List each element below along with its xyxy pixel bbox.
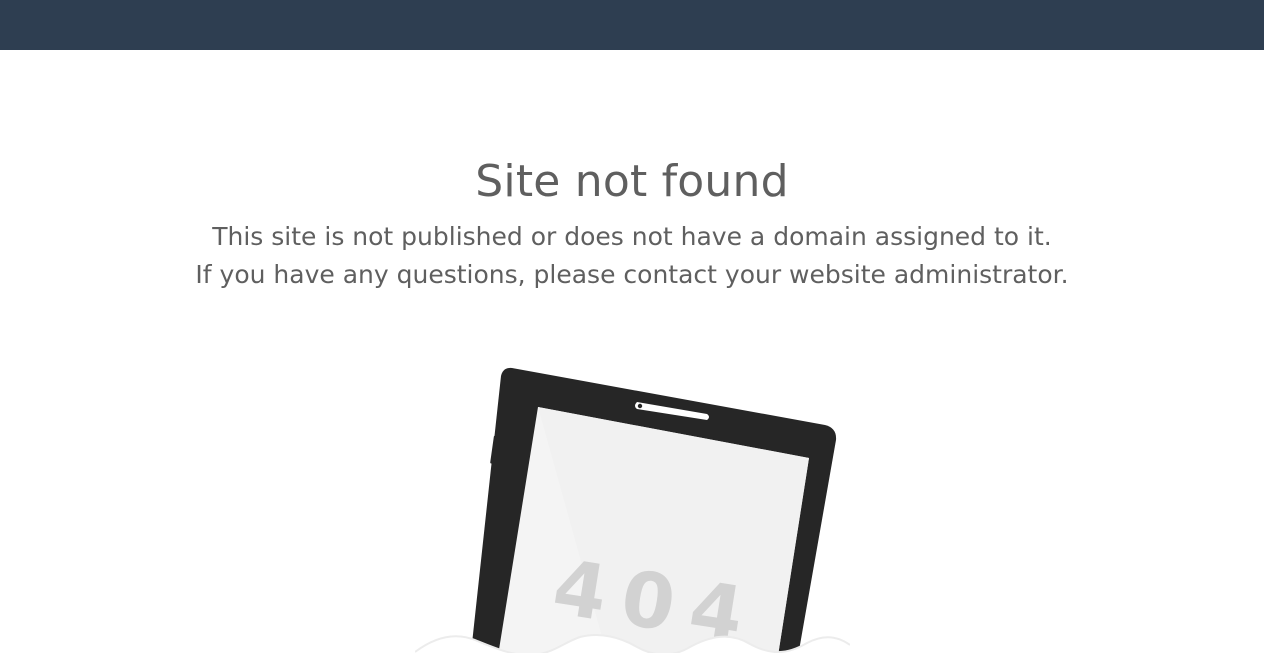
message-line-2: If you have any questions, please contac… [195,260,1069,289]
main-content: Site not found This site is not publishe… [0,50,1264,653]
tablet-404-icon: 404 [415,367,850,653]
top-header-bar [0,0,1264,50]
page-title: Site not found [475,156,789,207]
message-line-1: This site is not published or does not h… [212,222,1052,251]
